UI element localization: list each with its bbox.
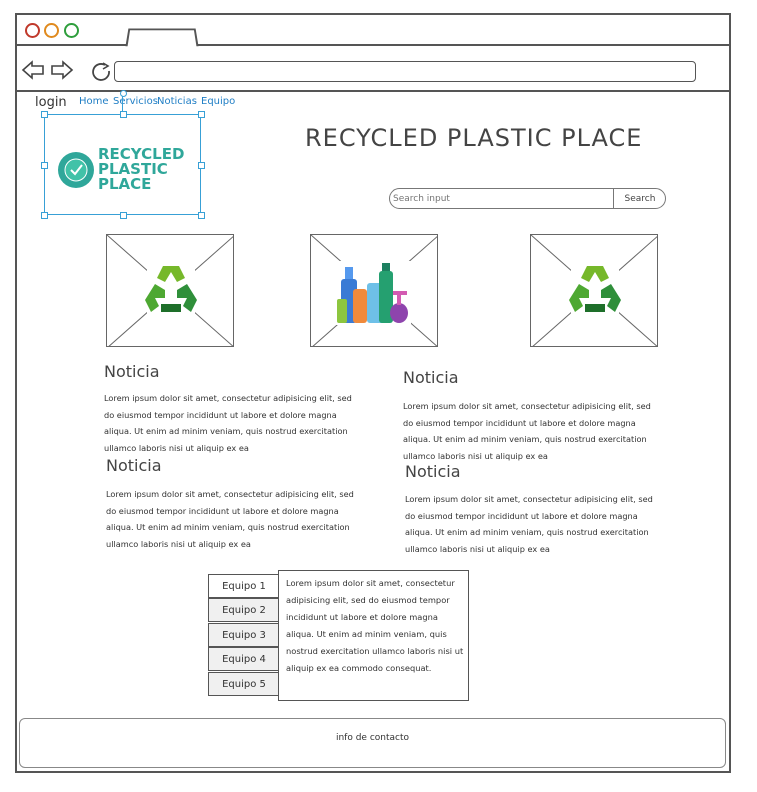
resize-handle[interactable]: [41, 162, 48, 169]
news-title: Noticia: [403, 368, 459, 387]
team-tab-5[interactable]: Equipo 5: [208, 672, 280, 696]
nav-equipo[interactable]: Equipo: [201, 96, 235, 107]
minimize-window-icon[interactable]: [44, 23, 59, 38]
footer-contact-info: info de contacto: [335, 733, 410, 743]
team-tab-3[interactable]: Equipo 3: [208, 623, 280, 647]
resize-handle[interactable]: [41, 111, 48, 118]
forward-arrow-icon[interactable]: [50, 60, 74, 84]
news-body: Lorem ipsum dolor sit amet, consectetur …: [403, 401, 651, 461]
resize-handle[interactable]: [120, 212, 127, 219]
image-placeholder: [310, 234, 438, 347]
nav-noticias[interactable]: Noticias: [157, 96, 197, 107]
rotate-handle[interactable]: [120, 90, 127, 97]
resize-handle[interactable]: [198, 162, 205, 169]
team-tab-1[interactable]: Equipo 1: [208, 574, 280, 598]
news-title: Noticia: [104, 362, 160, 381]
address-bar[interactable]: [114, 61, 696, 82]
news-body: Lorem ipsum dolor sit amet, consectetur …: [104, 393, 352, 453]
image-placeholder: [106, 234, 234, 347]
news-body: Lorem ipsum dolor sit amet, consectetur …: [405, 494, 653, 554]
logo[interactable]: RECYCLED PLASTIC PLACE: [44, 114, 201, 215]
search-input[interactable]: [389, 188, 613, 209]
logo-text-line3: PLACE: [98, 175, 152, 193]
back-arrow-icon[interactable]: [21, 60, 45, 84]
news-title: Noticia: [405, 462, 461, 481]
plastic-bottles-icon: [335, 261, 411, 325]
recycle-badge-icon: [58, 152, 94, 188]
news-body: Lorem ipsum dolor sit amet, consectetur …: [106, 489, 354, 549]
nav-home[interactable]: Home: [79, 96, 109, 107]
browser-tab[interactable]: [125, 28, 199, 47]
team-panel: Lorem ipsum dolor sit amet, consectetur …: [278, 570, 469, 701]
browser-titlebar: [15, 13, 731, 46]
resize-handle[interactable]: [120, 111, 127, 118]
team-tab-4[interactable]: Equipo 4: [208, 647, 280, 671]
recycle-icon: [145, 264, 197, 316]
page-title: RECYCLED PLASTIC PLACE: [305, 124, 643, 152]
search-button[interactable]: Search: [613, 188, 666, 209]
nav-servicios[interactable]: Servicios: [113, 96, 158, 107]
team-tab-2[interactable]: Equipo 2: [208, 598, 280, 622]
reload-icon[interactable]: [91, 61, 113, 87]
login-link[interactable]: login: [35, 95, 67, 110]
resize-handle[interactable]: [198, 111, 205, 118]
resize-handle[interactable]: [198, 212, 205, 219]
resize-handle[interactable]: [41, 212, 48, 219]
maximize-window-icon[interactable]: [64, 23, 79, 38]
footer: [19, 718, 726, 768]
close-window-icon[interactable]: [25, 23, 40, 38]
news-title: Noticia: [106, 456, 162, 475]
recycle-icon: [569, 264, 621, 316]
image-placeholder: [530, 234, 658, 347]
